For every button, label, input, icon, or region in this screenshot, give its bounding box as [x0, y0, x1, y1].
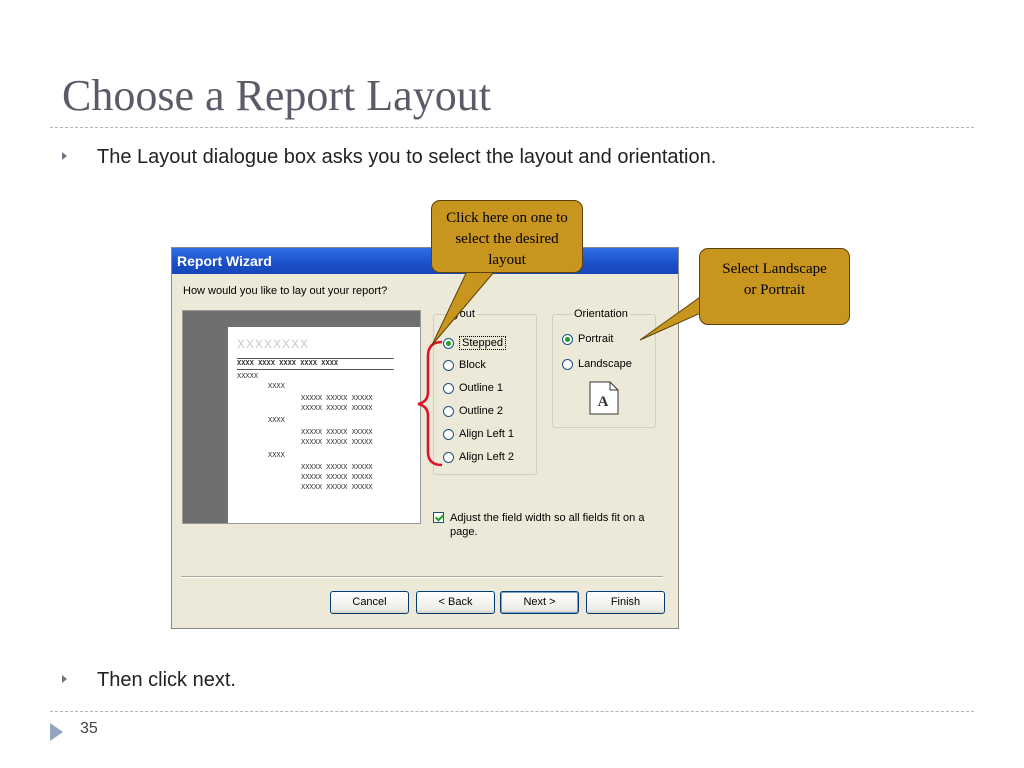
preview-detail-row: XXXXX XXXXX XXXXX — [301, 438, 373, 446]
bullet-arrow-icon — [62, 151, 67, 160]
page-marker-icon — [50, 723, 63, 741]
layout-option-label: Outline 1 — [459, 382, 504, 394]
back-button[interactable]: < Back — [416, 591, 495, 614]
layout-option-label: Stepped — [459, 336, 506, 350]
button-separator — [181, 576, 663, 578]
orientation-option-landscape[interactable]: Landscape — [562, 358, 632, 370]
orientation-callout: Select Landscape or Portrait — [699, 248, 850, 325]
layout-option-outline-1[interactable]: Outline 1 — [443, 382, 503, 394]
preview-rule — [237, 369, 394, 370]
orientation-option-label: Portrait — [578, 333, 614, 345]
bullet-arrow-icon — [62, 674, 67, 683]
preview-header-row: XXXX XXXX XXXX XXXX XXXX — [237, 359, 339, 367]
orientation-option-portrait[interactable]: Portrait — [562, 333, 613, 345]
layout-group-label: ayout — [446, 308, 477, 320]
preview-subgroup-label: XXXX — [268, 451, 285, 459]
layout-option-label: Align Left 1 — [459, 428, 515, 440]
title-divider — [50, 127, 974, 128]
radio-align-left-2-icon[interactable] — [443, 451, 454, 463]
radio-portrait-icon[interactable] — [562, 333, 573, 345]
orientation-option-label: Landscape — [578, 358, 632, 370]
radio-block-icon[interactable] — [443, 359, 454, 371]
layout-option-label: Outline 2 — [459, 405, 504, 417]
radio-outline-2-icon[interactable] — [443, 405, 454, 417]
layout-option-align-left-2[interactable]: Align Left 2 — [443, 451, 514, 463]
adjust-field-width-checkbox[interactable] — [433, 512, 444, 523]
dialog-titlebar[interactable]: Report Wizard — [172, 248, 678, 274]
bullet-2: Then click next. — [62, 669, 236, 692]
bullet-2-text: Then click next. — [97, 669, 236, 691]
next-button[interactable]: Next > — [500, 591, 579, 614]
cancel-button[interactable]: Cancel — [330, 591, 409, 614]
preview-detail-row: XXXXX XXXXX XXXXX — [301, 394, 373, 402]
preview-page: XXXXXXXX XXXX XXXX XXXX XXXX XXXX XXXXX … — [228, 327, 420, 523]
radio-landscape-icon[interactable] — [562, 358, 573, 370]
radio-stepped-icon[interactable] — [443, 337, 454, 349]
preview-detail-row: XXXXX XXXXX XXXXX — [301, 483, 373, 491]
layout-callout: Click here on one to select the desired … — [431, 200, 583, 273]
radio-outline-1-icon[interactable] — [443, 382, 454, 394]
footer-divider — [50, 711, 974, 712]
report-wizard-dialog: Report Wizard How would you like to lay … — [171, 247, 679, 629]
preview-detail-row: XXXXX XXXXX XXXXX — [301, 473, 373, 481]
preview-detail-row: XXXXX XXXXX XXXXX — [301, 428, 373, 436]
layout-option-label: Block — [459, 359, 486, 371]
layout-preview: XXXXXXXX XXXX XXXX XXXX XXXX XXXX XXXXX … — [182, 310, 421, 524]
radio-align-left-1-icon[interactable] — [443, 428, 454, 440]
page-number: 35 — [80, 720, 98, 737]
preview-subgroup-label: XXXX — [268, 416, 285, 424]
preview-group-label: XXXXX — [237, 372, 259, 380]
portrait-page-letter: A — [598, 394, 609, 410]
layout-option-align-left-1[interactable]: Align Left 1 — [443, 428, 514, 440]
portrait-page-icon: A — [589, 381, 619, 415]
orientation-group-label: Orientation — [572, 308, 630, 320]
preview-detail-row: XXXXX XXXXX XXXXX — [301, 404, 373, 412]
layout-option-block[interactable]: Block — [443, 359, 486, 371]
bullet-1: The Layout dialogue box asks you to sele… — [62, 146, 716, 169]
preview-title: XXXXXXXX — [237, 337, 310, 351]
layout-option-stepped[interactable]: Stepped — [443, 336, 506, 350]
bullet-1-text: The Layout dialogue box asks you to sele… — [97, 146, 717, 168]
preview-detail-row: XXXXX XXXXX XXXXX — [301, 463, 373, 471]
adjust-field-width-label: Adjust the field width so all fields fit… — [450, 512, 645, 538]
slide-title: Choose a Report Layout — [62, 71, 491, 120]
layout-option-label: Align Left 2 — [459, 451, 515, 463]
layout-option-outline-2[interactable]: Outline 2 — [443, 405, 503, 417]
adjust-field-width-checkbox-row[interactable]: Adjust the field width so all fields fit… — [433, 511, 655, 539]
finish-button[interactable]: Finish — [586, 591, 665, 614]
preview-subgroup-label: XXXX — [268, 382, 285, 390]
dialog-question: How would you like to lay out your repor… — [183, 285, 388, 297]
